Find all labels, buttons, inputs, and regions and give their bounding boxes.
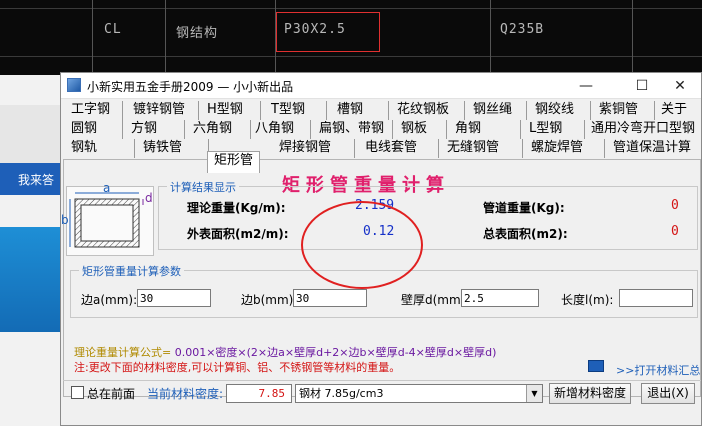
density-input[interactable]: 7.85 (226, 384, 292, 403)
tab-angle-steel[interactable]: 角钢 (455, 120, 521, 139)
material-select[interactable]: 钢材 7.85g/cm3 ▼ (295, 384, 543, 403)
diagram-label-b: b (61, 213, 69, 227)
title-bar[interactable]: 小新实用五金手册2009 — 小小新出品 — ☐ ✕ (61, 73, 701, 99)
results-group-title: 计算结果显示 (167, 179, 239, 195)
maximize-button[interactable]: ☐ (625, 75, 659, 97)
tab-about[interactable]: 关于 (661, 101, 697, 120)
tab-strip: 工字钢 镀锌钢管 H型钢 T型钢 槽钢 花纹钢板 钢丝绳 钢绞线 紫铜管 关于 … (61, 99, 702, 173)
tab-channel[interactable]: 槽钢 (337, 101, 389, 120)
tab-rectangular-pipe[interactable]: 矩形管 (207, 151, 261, 173)
tab-copper-pipe[interactable]: 紫铜管 (599, 101, 655, 120)
background-band (0, 105, 60, 167)
exit-button[interactable]: 退出(X) (641, 383, 695, 404)
tab-seamless-pipe[interactable]: 无缝钢管 (447, 139, 523, 158)
tab-spiral-pipe[interactable]: 螺旋焊管 (531, 139, 605, 158)
diagram-label-a: a (103, 181, 111, 195)
tab-insulation-calc[interactable]: 管道保温计算 (613, 139, 702, 158)
tab-wire-rope[interactable]: 钢丝绳 (473, 101, 527, 120)
tab-h-beam[interactable]: H型钢 (207, 101, 261, 120)
tab-i-beam[interactable]: 工字钢 (71, 101, 123, 120)
app-icon (67, 78, 81, 92)
cross-section-diagram: a d b (61, 181, 154, 256)
rectangular-pipe-drawing (69, 192, 144, 248)
background-webpage: 我来答 (0, 75, 60, 426)
pipe-weight-label: 管道重量(Kg): (483, 201, 565, 215)
background-banner (0, 227, 60, 332)
cad-gridline (0, 8, 702, 9)
answer-button[interactable]: 我来答 (0, 163, 60, 195)
chevron-down-icon[interactable]: ▼ (526, 385, 542, 402)
tab-galvanized-pipe[interactable]: 镀锌钢管 (133, 101, 199, 120)
formula-text: 理论重量计算公式= 0.001×密度×(2×边a×壁厚d+2×边b×壁厚d-4×… (74, 344, 496, 360)
annotation-circle (301, 201, 423, 289)
side-a-label: 边a(mm): (81, 293, 138, 307)
length-label: 长度l(m): (561, 293, 614, 307)
cad-gridline (165, 0, 166, 75)
tab-l-steel[interactable]: L型钢 (529, 120, 585, 139)
tab-t-beam[interactable]: T型钢 (271, 101, 327, 120)
always-on-top-label[interactable]: 总在前面 (87, 385, 135, 402)
formula-label: 理论重量计算公式= (74, 346, 172, 359)
tab-conduit[interactable]: 电线套管 (365, 139, 439, 158)
answer-button-label: 我来答 (18, 173, 55, 187)
cad-gridline (0, 56, 702, 57)
length-input[interactable] (619, 289, 693, 307)
side-b-input[interactable] (293, 289, 367, 307)
density-note: 注:更改下面的材料密度,可以计算铜、铝、不锈钢管等材料的重量。 (74, 361, 401, 374)
tab-square-steel[interactable]: 方钢 (131, 120, 185, 139)
cad-gridline (490, 0, 491, 75)
wall-thickness-input[interactable] (461, 289, 539, 307)
tab-round-steel[interactable]: 圆钢 (71, 120, 123, 139)
surface-area-label: 外表面积(m2/m): (187, 227, 289, 241)
tab-flat-steel[interactable]: 扁钢、带钢 (319, 120, 393, 139)
pipe-weight-value: 0 (671, 198, 679, 213)
theory-weight-label: 理论重量(Kg/m): (187, 201, 286, 215)
total-area-value: 0 (671, 224, 679, 239)
density-label: 当前材料密度: (147, 387, 224, 401)
window-title: 小新实用五金手册2009 — 小小新出品 (87, 80, 294, 94)
wall-thickness-label: 壁厚d(mm) (401, 293, 466, 307)
calculator-icon[interactable] (588, 360, 604, 372)
tab-cold-formed-section[interactable]: 通用冷弯开口型钢 (591, 120, 701, 139)
diagram-label-d: d (145, 191, 153, 205)
side-a-input[interactable] (137, 289, 211, 307)
cad-cell: 钢结构 (176, 26, 219, 41)
side-b-label: 边b(mm): (241, 293, 298, 307)
cad-highlight-box (276, 12, 380, 52)
add-density-button[interactable]: 新增材料密度 (549, 383, 631, 404)
cad-gridline (632, 0, 633, 75)
cad-cell: CL (104, 22, 122, 37)
bottom-bar: 总在前面 当前材料密度: 7.85 钢材 7.85g/cm3 ▼ 新增材料密度 退… (63, 380, 701, 406)
tab-welded-pipe[interactable]: 焊接钢管 (279, 139, 355, 158)
params-group-title: 矩形管重量计算参数 (79, 263, 184, 279)
cad-cell: Q235B (500, 22, 545, 37)
tab-cast-iron-pipe[interactable]: 铸铁管 (143, 139, 209, 158)
tab-hex-steel[interactable]: 六角钢 (193, 120, 251, 139)
app-window: 小新实用五金手册2009 — 小小新出品 — ☐ ✕ 工字钢 镀锌钢管 H型钢 … (60, 72, 702, 426)
minimize-button[interactable]: — (569, 75, 603, 97)
tab-steel-plate[interactable]: 钢板 (401, 120, 447, 139)
material-select-value: 钢材 7.85g/cm3 (299, 387, 384, 400)
results-group: 计算结果显示 理论重量(Kg/m): 2.159 外表面积(m2/m): 0.1… (158, 179, 698, 250)
cad-gridline (92, 0, 93, 75)
formula-expression: 0.001×密度×(2×边a×壁厚d+2×边b×壁厚d-4×壁厚d×壁厚d) (171, 346, 497, 359)
tab-rail[interactable]: 钢轨 (71, 139, 135, 158)
always-on-top-checkbox[interactable] (71, 386, 84, 399)
close-button[interactable]: ✕ (663, 75, 697, 97)
tab-checker-plate[interactable]: 花纹钢板 (397, 101, 465, 120)
cad-background: CL 钢结构 P30X2.5 Q235B (0, 0, 702, 75)
tab-octagon-steel[interactable]: 八角钢 (255, 120, 311, 139)
total-area-label: 总表面积(m2): (483, 227, 568, 241)
open-summary-link[interactable]: >>打开材料汇总 (616, 362, 700, 378)
tab-strand[interactable]: 钢绞线 (535, 101, 591, 120)
